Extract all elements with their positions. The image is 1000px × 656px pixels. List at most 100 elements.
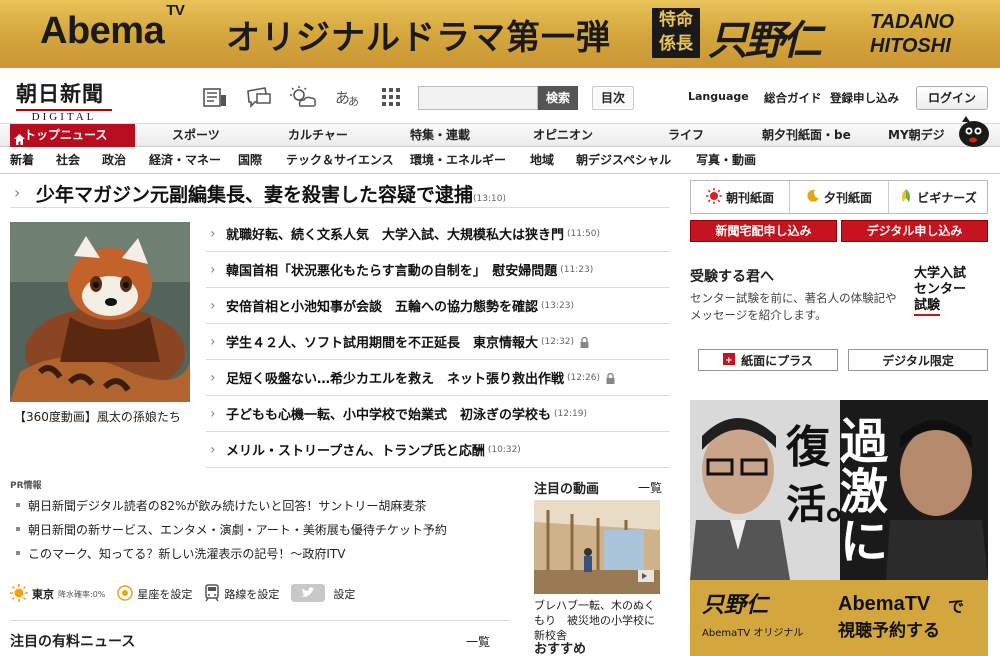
- video-title: 注目の動画: [534, 482, 600, 497]
- home-delivery-button[interactable]: 新聞宅配申し込み: [690, 220, 837, 242]
- svg-text:あ: あ: [348, 95, 359, 108]
- svg-text:AbemaTV オリジナル: AbemaTV オリジナル: [702, 627, 803, 639]
- nav-latest[interactable]: 新着: [10, 148, 34, 173]
- paid-news-title: 注目の有料ニュース: [10, 634, 136, 650]
- photo-caption[interactable]: 【360度動画】風太の孫娘たち: [14, 408, 181, 425]
- nav-politics[interactable]: 政治: [102, 148, 126, 173]
- morning-paper-tab[interactable]: 朝刊紙面: [691, 181, 790, 213]
- recommend-title: おすすめ: [534, 642, 587, 656]
- mascot-icon[interactable]: [952, 112, 992, 148]
- pr-item[interactable]: このマーク、知ってる？新しい洗濯表示の記号！～政府ITV: [10, 545, 510, 569]
- chevron-right-icon: ›: [210, 297, 216, 314]
- secondary-nav: 新着 社会 政治 経済・マネー 国際 テック＆サイエンス 環境・エネルギー 地域…: [0, 148, 1000, 174]
- horoscope-setting[interactable]: 星座を設定: [117, 584, 192, 604]
- nav-tech[interactable]: テック＆サイエンス: [286, 148, 394, 173]
- nav-paper[interactable]: 朝夕刊紙面・be: [762, 124, 851, 147]
- news-time: (13:23): [541, 300, 574, 311]
- nav-features[interactable]: 特集・連載: [410, 124, 470, 147]
- top-banner-ad[interactable]: Abema TV オリジナルドラマ第一弾 特命係長 只野仁 TADANO HITOS…: [0, 0, 1000, 68]
- news-row[interactable]: › 韓国首相「状況悪化もたらす言動の自制を」 慰安婦問題 (11:23): [206, 252, 670, 288]
- news-row[interactable]: › 安倍首相と小池知事が会談 五輪への協力態勢を確認 (13:23): [206, 288, 670, 324]
- nav-photo-video[interactable]: 写真・動画: [696, 148, 756, 173]
- digital-only-link[interactable]: デジタル限定: [848, 349, 988, 371]
- video-caption[interactable]: ブレハブ一転、木のぬくもり 被災地の小学校に新校舎: [534, 598, 662, 643]
- utility-bar: 東京 降水確率:0% 星座を設定 路線を設定 設定: [10, 583, 510, 605]
- nav-environment[interactable]: 環境・エネルギー: [410, 148, 506, 173]
- banner-show-badge: 特命係長: [652, 8, 700, 58]
- chevron-right-icon: ›: [14, 183, 21, 202]
- weather-widget[interactable]: 東京 降水確率:0%: [10, 583, 105, 605]
- side-ad[interactable]: 過 激 に 復 活。 只野仁 AbemaTV オリジナル AbemaTV で 視…: [690, 400, 988, 656]
- guide-link[interactable]: 総合ガイド: [764, 90, 822, 106]
- video-thumbnail[interactable]: [534, 500, 660, 594]
- chevron-right-icon: ›: [210, 405, 216, 422]
- paid-news-section: 注目の有料ニュース 一覧: [10, 620, 510, 656]
- digital-subscribe-button[interactable]: デジタル申し込み: [841, 220, 988, 242]
- paper-tabs: 朝刊紙面 夕刊紙面 ビギナーズ: [690, 180, 988, 214]
- nav-opinion[interactable]: オピニオン: [533, 124, 593, 147]
- svg-text:只野仁: 只野仁: [702, 593, 771, 618]
- news-row[interactable]: › 就職好転、続く文系人気 大学入試、大規模私大は狭き門 (11:50): [206, 216, 670, 252]
- nav-special[interactable]: 朝デジスペシャル: [576, 148, 671, 173]
- subscribe-link[interactable]: 登録申し込み: [830, 90, 899, 106]
- svg-text:過: 過: [840, 414, 889, 470]
- nav-region[interactable]: 地域: [530, 148, 554, 173]
- news-row[interactable]: › 学生４２人、ソフト試用期間を不正延長 東京情報大 (12:32): [206, 324, 670, 360]
- nav-culture[interactable]: カルチャー: [288, 124, 348, 147]
- news-row[interactable]: › 足短く吸盤ない…希少カエルを救え ネット張り救出作戦 (12:26): [206, 360, 670, 396]
- nav-my-asadigi[interactable]: MY朝デジ: [888, 124, 945, 147]
- primary-nav: トップニュース スポーツ カルチャー 特集・連載 オピニオン ライフ 朝夕刊紙面…: [0, 123, 1000, 147]
- language-link[interactable]: Language: [688, 90, 749, 103]
- search-button[interactable]: 検索: [538, 86, 578, 110]
- evening-paper-tab[interactable]: 夕刊紙面: [790, 181, 889, 213]
- pr-label: PR情報: [10, 481, 42, 491]
- lock-icon: [580, 336, 589, 348]
- news-time: (10:32): [487, 444, 521, 455]
- weather-icon[interactable]: [288, 84, 318, 110]
- video-more-link[interactable]: 一覧: [638, 479, 662, 496]
- chat-icon[interactable]: [244, 84, 274, 110]
- grid-menu-icon[interactable]: [376, 84, 406, 110]
- news-time: (12:32): [541, 336, 574, 347]
- svg-text:AbemaTV: AbemaTV: [838, 593, 931, 615]
- paid-news-more-link[interactable]: 一覧: [466, 633, 490, 650]
- twitter-icon: [291, 583, 326, 605]
- newspaper-icon[interactable]: [200, 84, 230, 110]
- twitter-setting[interactable]: 設定: [291, 583, 355, 605]
- exam-badge: 大学入試 センター 試験: [914, 266, 988, 316]
- nav-world[interactable]: 国際: [238, 148, 262, 173]
- news-row[interactable]: › 子どもも心機一転、小中学校で始業式 初泳ぎの学校も (12:19): [206, 396, 670, 432]
- news-time: (11:23): [560, 264, 594, 275]
- banner-brand: Abema TV: [40, 2, 185, 52]
- featured-photo[interactable]: [10, 222, 190, 402]
- news-title: 足短く吸盤ない…希少カエルを救え ネット張り救出作戦: [226, 372, 565, 387]
- nav-life[interactable]: ライフ: [668, 124, 704, 147]
- exam-description: センター試験を前に、著名人の体験記やメッセージを紹介します。: [690, 291, 897, 322]
- top-story[interactable]: › 少年マガジン元副編集長、妻を殺害した容疑で逮捕(13:10): [10, 178, 670, 208]
- news-title: 就職好転、続く文系人気 大学入試、大規模私大は狭き門: [226, 228, 565, 243]
- login-button[interactable]: ログイン: [916, 86, 988, 110]
- nav-economy[interactable]: 経済・マネー: [149, 148, 221, 173]
- nav-top-news[interactable]: トップニュース: [10, 124, 135, 147]
- svg-text:で: で: [948, 597, 964, 616]
- search-input[interactable]: [418, 86, 538, 110]
- nav-society[interactable]: 社会: [56, 148, 80, 173]
- sun-icon: [10, 583, 28, 605]
- chevron-right-icon: ›: [210, 333, 216, 350]
- paper-plus-icon: +: [723, 352, 736, 368]
- nav-sports[interactable]: スポーツ: [172, 124, 220, 147]
- paper-links: + 紙面にプラス デジタル限定: [698, 349, 988, 371]
- site-logo[interactable]: 朝日新聞 DIGITAL: [16, 78, 130, 123]
- svg-text:+: +: [725, 356, 733, 365]
- pr-item[interactable]: 朝日新聞の新サービス、エンタメ・演劇・アート・美術展も優待チケット予約: [10, 521, 510, 545]
- route-setting[interactable]: 路線を設定: [204, 583, 279, 605]
- font-size-icon[interactable]: ああ: [332, 84, 362, 110]
- beginners-tab[interactable]: ビギナーズ: [889, 181, 987, 213]
- pr-item[interactable]: 朝日新聞デジタル読者の82%が飲み続けたいと回答！サントリー胡麻麦茶: [10, 497, 510, 521]
- toc-button[interactable]: 目次: [592, 86, 634, 110]
- news-time: (11:50): [567, 228, 600, 239]
- exam-promo[interactable]: 受験する君へ センター試験を前に、著名人の体験記やメッセージを紹介します。 大学…: [690, 262, 988, 328]
- paper-plus-link[interactable]: + 紙面にプラス: [698, 349, 838, 371]
- train-icon: [204, 583, 220, 605]
- news-row[interactable]: › メリル・ストリープさん、トランプ氏と応酬 (10:32): [206, 432, 670, 468]
